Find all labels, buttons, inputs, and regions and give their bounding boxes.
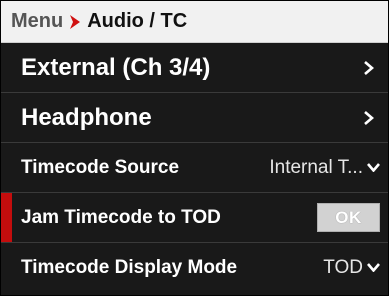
dropdown-value: Internal T... (269, 156, 363, 178)
selection-indicator (1, 193, 12, 242)
ok-button-label: OK (335, 207, 362, 227)
ok-button[interactable]: OK (317, 203, 380, 232)
timecode-display-mode-dropdown[interactable]: TOD (323, 257, 388, 279)
chevron-right-icon (69, 14, 81, 29)
menu-item-jam-timecode[interactable]: Jam Timecode to TOD OK (1, 193, 388, 243)
chevron-right-icon (356, 110, 388, 125)
menu-item-label: Timecode Source (21, 156, 180, 178)
chevron-down-icon (367, 163, 380, 172)
breadcrumb: Menu Audio / TC (1, 1, 388, 43)
menu-item-timecode-source[interactable]: Timecode Source Internal T... (1, 143, 388, 193)
chevron-right-icon (356, 60, 388, 75)
breadcrumb-current: Audio / TC (87, 10, 188, 32)
menu-item-label: External (Ch 3/4) (21, 53, 211, 81)
menu-window: Menu Audio / TC External (Ch 3/4) Headph… (0, 0, 389, 296)
menu-item-timecode-display-mode[interactable]: Timecode Display Mode TOD (1, 243, 388, 292)
menu-item-label: Timecode Display Mode (21, 256, 238, 278)
menu-item-label: Headphone (21, 103, 152, 131)
timecode-source-dropdown[interactable]: Internal T... (269, 157, 388, 179)
dropdown-value: TOD (323, 256, 363, 278)
breadcrumb-menu-link[interactable]: Menu (11, 10, 63, 33)
menu-item-headphone[interactable]: Headphone (1, 93, 388, 143)
menu-item-external-ch34[interactable]: External (Ch 3/4) (1, 43, 388, 93)
menu-item-label: Jam Timecode to TOD (21, 206, 221, 228)
chevron-down-icon (367, 263, 380, 272)
